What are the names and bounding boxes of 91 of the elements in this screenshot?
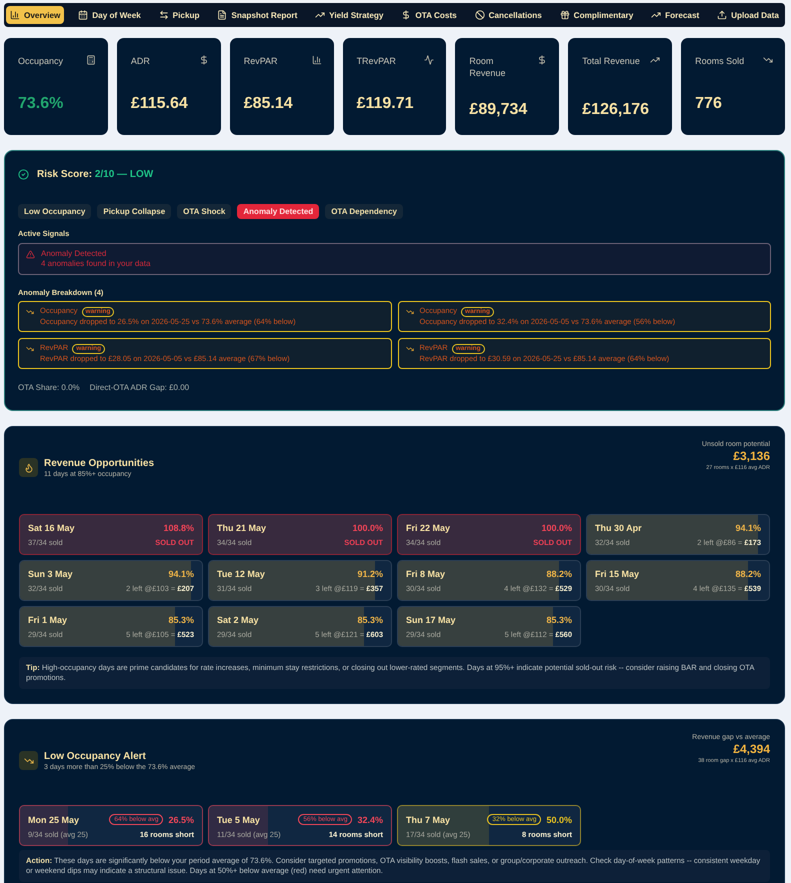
day-date: Sat 2 May [217, 615, 259, 625]
trend-down-icon [19, 751, 38, 770]
occupancy-percent: 85.3% [357, 615, 383, 625]
occupancy-percent: 26.5% [168, 814, 194, 824]
signal-tag: Low Occupancy [18, 204, 92, 219]
kpi-value: 73.6% [18, 95, 64, 113]
trend-up-icon [315, 10, 326, 20]
day-date: Fri 1 May [28, 615, 68, 625]
signal-tag: Anomaly Detected [237, 204, 320, 219]
occupancy-percent: 85.3% [168, 615, 194, 625]
occupancy-percent: 94.1% [735, 523, 761, 533]
occupancy-percent: 32.4% [357, 814, 383, 824]
day-date: Thu 21 May [217, 523, 266, 533]
occupancy-percent: 108.8% [163, 523, 194, 533]
kpi-label: Rooms Sold [695, 55, 744, 67]
day-date: Thu 30 Apr [595, 523, 642, 533]
bar-chart-icon [10, 10, 20, 20]
panel-title: Revenue Opportunities [44, 458, 154, 469]
day-date: Tue 12 May [217, 569, 265, 579]
trend-down-icon [406, 345, 414, 353]
panel-title: Low Occupancy Alert [44, 751, 147, 762]
occupancy-percent: 88.2% [546, 569, 572, 579]
potential-value: £3,136 [733, 449, 770, 463]
occupancy-percent: 100.0% [352, 523, 383, 533]
nav-tab[interactable]: Overview [6, 6, 64, 24]
kpi-label: Total Revenue [582, 55, 640, 67]
occupancy-percent: 100.0% [541, 523, 572, 533]
flame-icon [19, 458, 38, 477]
dollar-icon [401, 10, 412, 20]
trend-down-icon [406, 308, 414, 316]
day-date: Sat 16 May [28, 523, 75, 533]
alert-title: Anomaly Detected [41, 249, 108, 259]
stat-text: OTA Share: 0.0% [18, 383, 80, 392]
prohibited-icon [474, 10, 485, 20]
trend-up-icon [650, 55, 660, 65]
day-date: Sun 17 May [406, 615, 456, 625]
risk-score-title: Risk Score: 2/10 — LOW [37, 169, 154, 180]
occupancy-percent: 94.1% [168, 569, 194, 579]
day-date: Fri 22 May [406, 523, 450, 533]
upload-icon [717, 10, 728, 20]
occupancy-percent: 85.3% [546, 615, 572, 625]
day-date: Fri 15 May [595, 569, 640, 579]
signal-tag: OTA Shock [177, 204, 232, 219]
day-date: Fri 8 May [406, 569, 446, 579]
document-icon [217, 10, 228, 20]
stat-text: Direct-OTA ADR Gap: £0.00 [90, 383, 190, 392]
pulse-icon [424, 55, 434, 65]
alert-message: 4 anomalies found in your data [41, 259, 150, 269]
signal-tag: OTA Dependency [325, 204, 403, 219]
calculator-icon [86, 55, 96, 65]
gap-value: £4,394 [733, 742, 770, 756]
gift-icon [560, 10, 570, 20]
nav-tab[interactable]: Pickup [154, 6, 204, 24]
trend-down-icon [762, 55, 773, 65]
signal-tag: Pickup Collapse [97, 204, 172, 219]
kpi-label: Room Revenue [469, 55, 506, 79]
occupancy-percent: 91.2% [357, 569, 383, 579]
kpi-label: Occupancy [18, 55, 64, 67]
calendar-icon [78, 10, 88, 20]
nav-tab[interactable]: Complimentary [556, 6, 638, 24]
kpi-label: RevPAR [244, 55, 278, 67]
kpi-label: TRevPAR [356, 55, 396, 67]
kpi-value: £119.71 [356, 95, 415, 113]
arrows-icon [158, 10, 169, 20]
trend-down-icon [26, 308, 34, 316]
kpi-value: £89,734 [469, 101, 528, 119]
occupancy-percent: 88.2% [735, 569, 761, 579]
bar-chart-icon [312, 55, 322, 65]
check-circle-icon [18, 169, 29, 180]
nav-tab[interactable]: Forecast [647, 6, 704, 24]
nav-tab[interactable]: Upload Data [713, 6, 783, 24]
kpi-value: 776 [695, 95, 723, 113]
kpi-value: £85.14 [244, 95, 294, 113]
nav-tab[interactable]: Day of Week [74, 6, 145, 24]
day-date: Mon 25 May [28, 814, 80, 824]
nav-tab[interactable]: Snapshot Report [213, 6, 302, 24]
nav-tab[interactable]: Cancellations [470, 6, 546, 24]
trend-down-icon [26, 345, 34, 353]
kpi-value: £115.64 [130, 95, 189, 113]
warning-icon [26, 250, 35, 259]
kpi-value: £126,176 [582, 101, 650, 119]
occupancy-percent: 50.0% [546, 814, 572, 824]
dollar-icon [198, 55, 209, 65]
day-date: Sun 3 May [28, 569, 73, 579]
dollar-icon [537, 55, 548, 65]
trend-up-icon [651, 10, 662, 20]
nav-tab[interactable]: Yield Strategy [311, 6, 388, 24]
day-date: Tue 5 May [217, 814, 260, 824]
nav-tab[interactable]: OTA Costs [397, 6, 461, 24]
kpi-label: ADR [130, 55, 150, 67]
day-date: Thu 7 May [406, 814, 450, 824]
